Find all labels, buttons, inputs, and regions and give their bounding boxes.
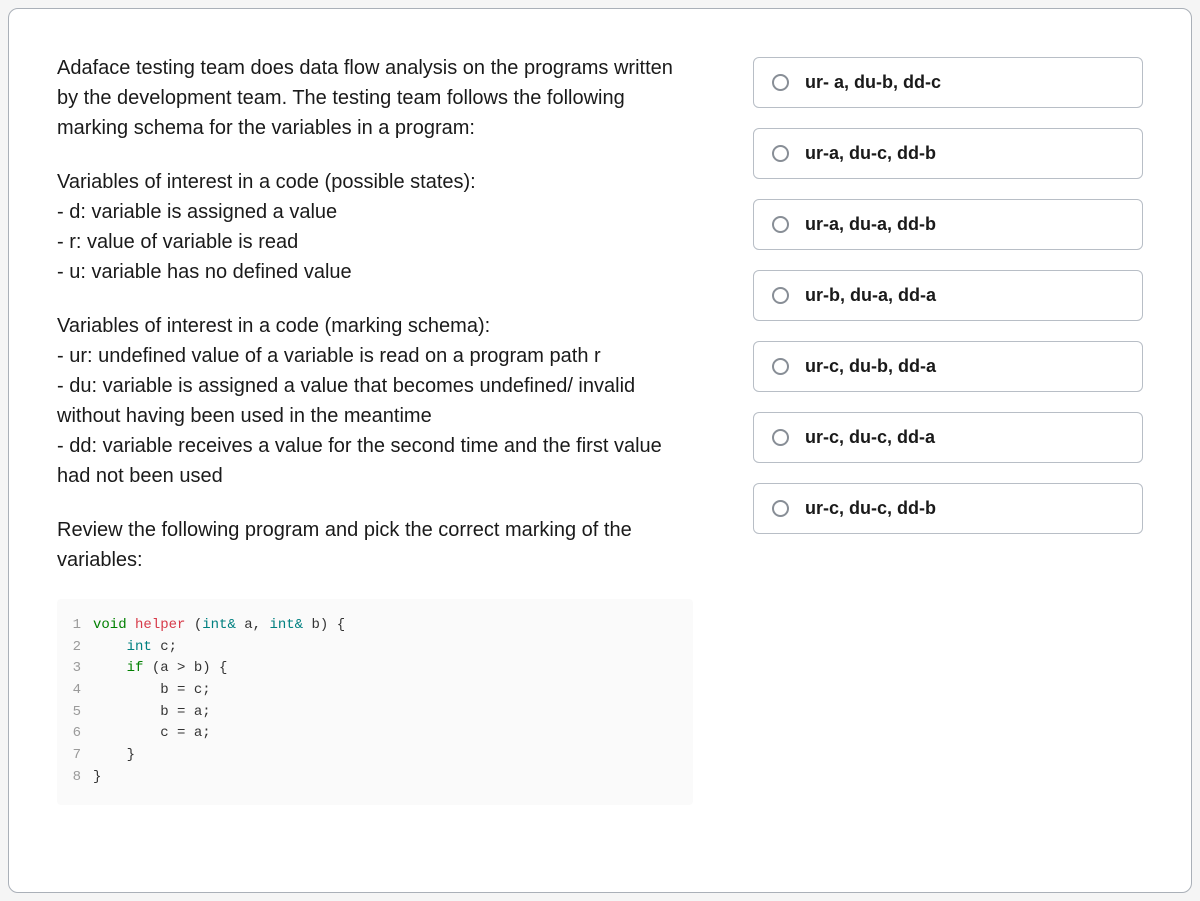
radio-icon bbox=[772, 145, 789, 162]
answer-option-label: ur-c, du-c, dd-b bbox=[805, 498, 936, 519]
code-content: } bbox=[93, 745, 135, 767]
state-r: - r: value of variable is read bbox=[57, 231, 298, 253]
states-block: Variables of interest in a code (possibl… bbox=[57, 167, 693, 287]
code-line: 7 } bbox=[67, 745, 683, 767]
radio-icon bbox=[772, 216, 789, 233]
schema-heading: Variables of interest in a code (marking… bbox=[57, 315, 490, 337]
line-number: 2 bbox=[67, 637, 93, 659]
code-block: 1void helper (int& a, int& b) {2 int c;3… bbox=[57, 599, 693, 805]
answer-option-label: ur- a, du-b, dd-c bbox=[805, 72, 941, 93]
answer-option-6[interactable]: ur-c, du-c, dd-b bbox=[753, 483, 1143, 534]
answer-option-1[interactable]: ur-a, du-c, dd-b bbox=[753, 128, 1143, 179]
question-body: Adaface testing team does data flow anal… bbox=[57, 53, 693, 848]
answer-option-3[interactable]: ur-b, du-a, dd-a bbox=[753, 270, 1143, 321]
radio-icon bbox=[772, 74, 789, 91]
answer-option-0[interactable]: ur- a, du-b, dd-c bbox=[753, 57, 1143, 108]
schema-ur: - ur: undefined value of a variable is r… bbox=[57, 345, 601, 367]
code-content: void helper (int& a, int& b) { bbox=[93, 615, 345, 637]
code-line: 8} bbox=[67, 767, 683, 789]
answer-option-5[interactable]: ur-c, du-c, dd-a bbox=[753, 412, 1143, 463]
answer-option-label: ur-a, du-a, dd-b bbox=[805, 214, 936, 235]
code-line: 6 c = a; bbox=[67, 723, 683, 745]
line-number: 4 bbox=[67, 680, 93, 702]
states-heading: Variables of interest in a code (possibl… bbox=[57, 171, 476, 193]
answer-option-4[interactable]: ur-c, du-b, dd-a bbox=[753, 341, 1143, 392]
question-card: Adaface testing team does data flow anal… bbox=[8, 8, 1192, 893]
line-number: 6 bbox=[67, 723, 93, 745]
schema-du: - du: variable is assigned a value that … bbox=[57, 375, 635, 427]
schema-dd: - dd: variable receives a value for the … bbox=[57, 435, 662, 487]
code-content: b = a; bbox=[93, 702, 211, 724]
line-number: 1 bbox=[67, 615, 93, 637]
code-line: 1void helper (int& a, int& b) { bbox=[67, 615, 683, 637]
code-content: b = c; bbox=[93, 680, 211, 702]
line-number: 3 bbox=[67, 658, 93, 680]
options-list: ur- a, du-b, dd-c ur-a, du-c, dd-b ur-a, d… bbox=[753, 53, 1143, 848]
radio-icon bbox=[772, 358, 789, 375]
state-u: - u: variable has no defined value bbox=[57, 261, 352, 283]
line-number: 8 bbox=[67, 767, 93, 789]
code-content: if (a > b) { bbox=[93, 658, 227, 680]
question-intro: Adaface testing team does data flow anal… bbox=[57, 53, 693, 143]
code-content: int c; bbox=[93, 637, 177, 659]
line-number: 5 bbox=[67, 702, 93, 724]
answer-option-label: ur-a, du-c, dd-b bbox=[805, 143, 936, 164]
code-line: 5 b = a; bbox=[67, 702, 683, 724]
question-prompt: Review the following program and pick th… bbox=[57, 515, 693, 575]
code-line: 2 int c; bbox=[67, 637, 683, 659]
line-number: 7 bbox=[67, 745, 93, 767]
answer-option-label: ur-c, du-b, dd-a bbox=[805, 356, 936, 377]
code-line: 4 b = c; bbox=[67, 680, 683, 702]
code-content: c = a; bbox=[93, 723, 211, 745]
state-d: - d: variable is assigned a value bbox=[57, 201, 337, 223]
answer-option-2[interactable]: ur-a, du-a, dd-b bbox=[753, 199, 1143, 250]
code-line: 3 if (a > b) { bbox=[67, 658, 683, 680]
answer-option-label: ur-c, du-c, dd-a bbox=[805, 427, 935, 448]
radio-icon bbox=[772, 429, 789, 446]
schema-block: Variables of interest in a code (marking… bbox=[57, 311, 693, 491]
answer-option-label: ur-b, du-a, dd-a bbox=[805, 285, 936, 306]
radio-icon bbox=[772, 500, 789, 517]
radio-icon bbox=[772, 287, 789, 304]
code-content: } bbox=[93, 767, 101, 789]
